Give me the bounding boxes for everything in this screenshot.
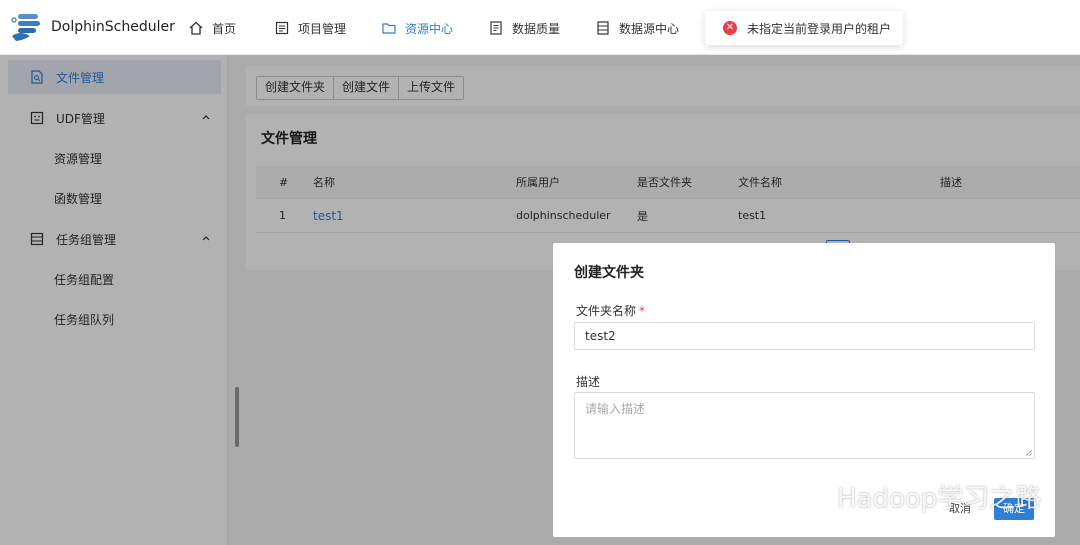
error-icon: ✕ [723,21,737,35]
project-icon [275,21,289,35]
toast-message: 未指定当前登录用户的租户 [747,21,892,36]
description-label: 描述 [576,375,601,389]
nav-projects[interactable]: 项目管理 [275,18,346,38]
wechat-icon [785,482,826,510]
dialog-title: 创建文件夹 [574,265,644,281]
required-mark: * [639,304,646,318]
dolphinscheduler-logo-icon[interactable] [10,12,46,44]
description-placeholder: 请输入描述 [585,402,646,416]
folder-name-label-text: 文件夹名称 [576,304,637,318]
logo-text: DolphinScheduler [51,19,175,35]
datasource-icon [597,21,609,35]
resize-grip-icon[interactable] [1026,450,1032,456]
folder-name-input[interactable]: test2 [574,322,1035,350]
folder-name-label: 文件夹名称 * [576,302,645,319]
nav-resources-label: 资源中心 [405,21,454,36]
nav-datasource-label: 数据源中心 [619,21,680,36]
nav-datasource[interactable]: 数据源中心 [596,18,679,38]
top-header: DolphinScheduler 首页 项目管理 资源中心 数据质量 数据源中心 [0,0,1080,55]
nav-home[interactable]: 首页 [189,18,236,38]
nav-resources[interactable]: 资源中心 [382,18,453,38]
nav-home-label: 首页 [212,21,237,36]
nav-data-quality[interactable]: 数据质量 [489,18,560,38]
home-icon [189,21,203,35]
watermark: Hadoop学习之路 [783,474,1053,518]
quality-icon [490,21,502,35]
watermark-text: Hadoop学习之路 [837,483,1042,514]
error-toast: ✕ 未指定当前登录用户的租户 [705,11,903,45]
nav-projects-label: 项目管理 [298,21,347,36]
folder-icon [382,23,396,34]
nav-data-quality-label: 数据质量 [512,21,561,36]
description-textarea[interactable]: 请输入描述 [574,392,1035,459]
